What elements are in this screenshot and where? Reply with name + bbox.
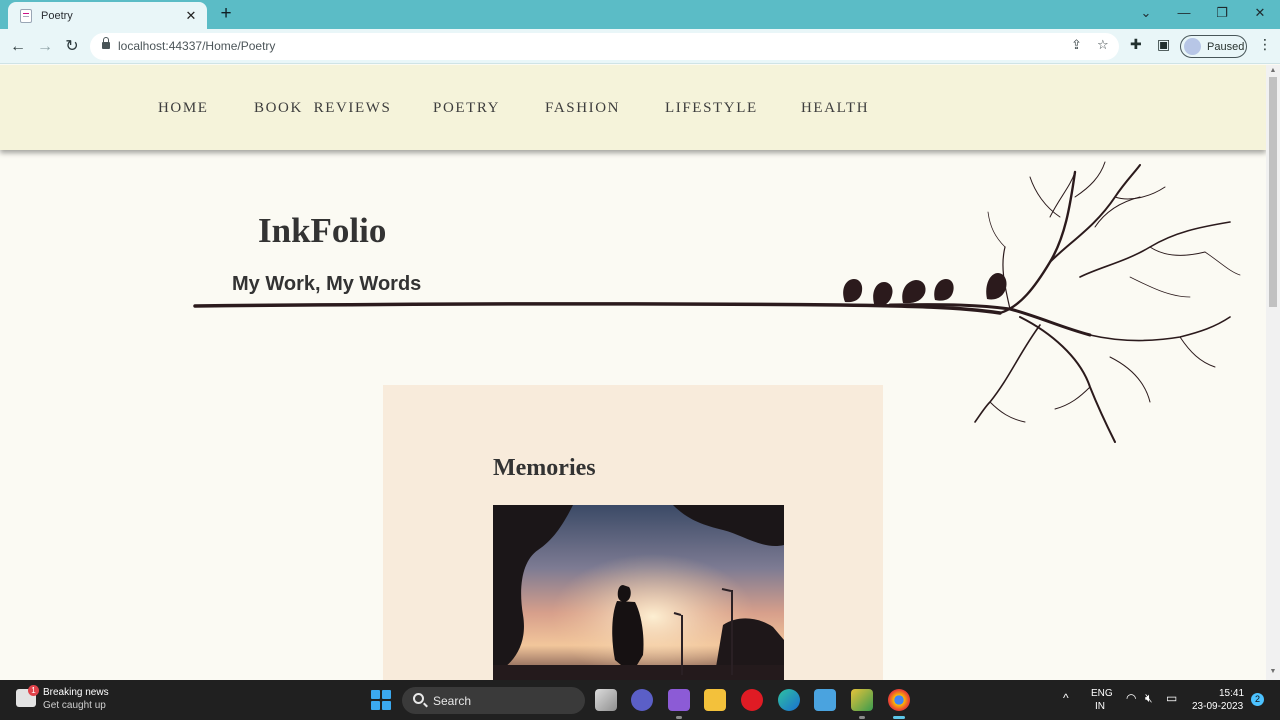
sticky-apps-icon[interactable] [851,689,873,719]
clock-time[interactable]: 15:41 [1219,688,1244,699]
nav-link-home[interactable]: HOME [158,100,209,117]
visual-studio-icon[interactable] [668,689,690,719]
news-title: Breaking news [43,687,109,698]
avatar [1184,38,1201,55]
nav-link-fashion[interactable]: FASHION [545,100,620,117]
scroll-thumb[interactable] [1269,77,1277,307]
url-text[interactable]: localhost:44337/Home/Poetry [118,39,275,53]
tree-branch-birds-illustration [193,161,1241,443]
side-panel-icon[interactable]: ▣ [1157,36,1170,53]
browser-toolbar: ← → ↻ localhost:44337/Home/Poetry ⇪ ☆ ✚ … [0,29,1280,64]
page-icon [20,8,32,23]
bookmark-star-icon[interactable]: ☆ [1097,37,1109,53]
taskbar: 1 Breaking news Get caught up Search ^ E… [0,680,1280,720]
share-icon[interactable]: ⇪ [1071,37,1082,53]
search-icon [413,693,424,704]
file-explorer-icon[interactable] [704,689,726,711]
nav-link-health[interactable]: HEALTH [801,100,869,117]
wifi-icon[interactable]: ◠ [1126,691,1136,705]
page-scrollbar[interactable]: ▲ ▼ [1266,65,1280,680]
site-navbar: HOME BOOK REVIEWS POETRY FASHION LIFESTY… [0,65,1266,150]
chrome-icon[interactable] [888,689,910,719]
opera-icon[interactable] [741,689,763,711]
notepad-icon[interactable] [814,689,836,711]
tab-title: Poetry [41,9,73,22]
menu-icon[interactable]: ⋮ [1258,36,1272,53]
clock-date[interactable]: 23-09-2023 [1192,701,1243,712]
news-subtitle: Get caught up [43,700,106,711]
reload-button[interactable]: ↻ [61,36,83,58]
nav-link-lifestyle[interactable]: LIFESTYLE [665,100,758,117]
task-view-icon[interactable] [595,689,617,711]
lock-icon[interactable] [102,37,110,49]
taskbar-search[interactable]: Search [402,687,585,714]
tab-poetry[interactable]: Poetry ✕ [8,2,207,29]
tray-chevron-icon[interactable]: ^ [1063,691,1069,705]
language-top[interactable]: ENG [1091,688,1113,699]
profile-button[interactable]: Paused [1180,35,1247,58]
windows-start-icon[interactable] [371,690,391,710]
new-tab-button[interactable]: + [216,3,236,25]
news-badge: 1 [28,685,39,696]
close-tab-icon[interactable]: ✕ [183,8,199,24]
maximize-button[interactable]: ❐ [1203,0,1241,29]
page-viewport: HOME BOOK REVIEWS POETRY FASHION LIFESTY… [0,65,1266,680]
close-window-button[interactable]: ✕ [1241,0,1279,29]
scroll-up-arrow-icon[interactable]: ▲ [1269,67,1277,75]
silhouette-sunset-image[interactable] [493,505,784,680]
tab-search-chevron-icon[interactable]: ⌄ [1127,0,1165,29]
forward-button[interactable]: → [34,36,56,58]
taskbar-search-label: Search [433,694,472,708]
profile-status: Paused [1207,40,1245,53]
minimize-button[interactable]: — [1165,0,1203,29]
address-bar[interactable]: localhost:44337/Home/Poetry ⇪ ☆ [90,33,1119,60]
extensions-icon[interactable]: ✚ [1130,36,1142,53]
back-button[interactable]: ← [7,36,29,58]
language-bottom[interactable]: IN [1095,701,1105,712]
scroll-down-arrow-icon[interactable]: ▼ [1269,668,1277,676]
volume-muted-icon[interactable]: 🔇︎ [1145,691,1153,706]
edge-icon[interactable] [778,689,800,711]
tab-strip: Poetry ✕ + ⌄ — ❐ ✕ [0,0,1280,29]
teams-chat-icon[interactable] [631,689,653,711]
battery-icon[interactable]: ▭ [1166,691,1177,705]
post-title[interactable]: Memories [493,455,596,482]
nav-link-book-reviews[interactable]: BOOK REVIEWS [254,100,391,117]
notification-badge[interactable]: 2 [1251,693,1264,706]
nav-link-poetry[interactable]: POETRY [433,100,500,117]
